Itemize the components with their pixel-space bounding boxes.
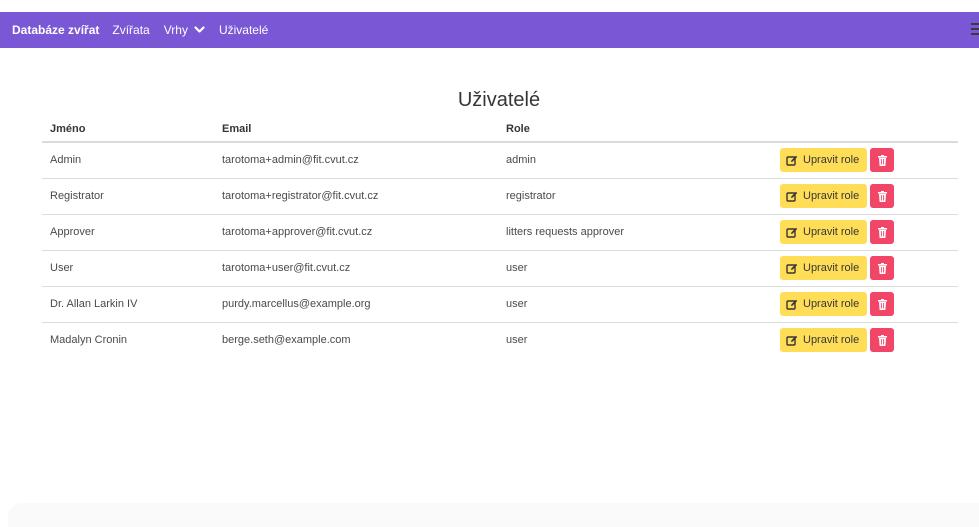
actions-cell: Upravit role xyxy=(780,286,958,323)
navbar: Databáze zvířat Zvířata Vrhy Uživatelé xyxy=(0,12,979,48)
table-row: User tarotoma+user@fit.cvut.cz user Upra… xyxy=(42,250,958,287)
user-name-cell: Approver xyxy=(42,214,214,251)
trash-icon xyxy=(877,262,887,274)
edit-role-button[interactable]: Upravit role xyxy=(780,148,868,173)
actions-cell: Upravit role xyxy=(780,250,958,287)
edit-icon xyxy=(786,263,798,274)
edit-role-button[interactable]: Upravit role xyxy=(780,292,868,316)
user-email-cell: purdy.marcellus@example.org xyxy=(214,286,498,323)
chevron-down-icon xyxy=(194,26,205,33)
edit-role-button[interactable]: Upravit role xyxy=(780,184,868,208)
table-row: Dr. Allan Larkin IV purdy.marcellus@exam… xyxy=(42,286,958,323)
nav-item-vrhy-label: Vrhy xyxy=(163,23,188,37)
edit-role-label: Upravit role xyxy=(803,262,860,274)
user-email-cell: berge.seth@example.com xyxy=(222,334,351,347)
nav-item-uzivatele[interactable]: Uživatelé xyxy=(219,23,268,37)
edit-role-label: Upravit role xyxy=(803,298,860,310)
trash-icon xyxy=(877,154,887,166)
table-header-row: Jméno Email Role xyxy=(42,117,958,143)
user-name-cell: User xyxy=(42,250,214,287)
hamburger-menu-icon[interactable] xyxy=(971,23,979,37)
edit-role-button[interactable]: Upravit role xyxy=(780,220,868,244)
users-table: Jméno Email Role Admin tarotoma+admin@fi… xyxy=(42,117,958,358)
user-role-cell: user xyxy=(498,250,780,287)
edit-icon xyxy=(786,191,798,202)
actions-cell: Upravit role xyxy=(780,142,958,179)
table-row: Madalyn Cronin berge.seth@example.com us… xyxy=(42,322,958,358)
edit-role-label: Upravit role xyxy=(803,334,860,347)
trash-icon xyxy=(877,334,887,346)
trash-icon xyxy=(877,298,887,310)
delete-button[interactable] xyxy=(870,184,895,208)
page-title: Uživatelé xyxy=(457,89,541,111)
user-role-cell: user xyxy=(498,286,780,323)
delete-button[interactable] xyxy=(870,148,895,173)
top-strip xyxy=(0,0,979,12)
column-header-role[interactable]: Role xyxy=(498,117,780,143)
delete-button[interactable] xyxy=(870,328,895,353)
edit-icon xyxy=(786,155,798,166)
edit-role-label: Upravit role xyxy=(803,190,860,202)
user-role-cell: registrator xyxy=(498,178,780,215)
edit-role-label: Upravit role xyxy=(803,154,860,167)
delete-button[interactable] xyxy=(870,256,895,280)
edit-role-label: Upravit role xyxy=(803,226,860,238)
table-row: Approver tarotoma+approver@fit.cvut.cz l… xyxy=(42,214,958,251)
footer xyxy=(8,503,979,527)
delete-button[interactable] xyxy=(870,220,895,244)
column-header-name[interactable]: Jméno xyxy=(42,117,214,143)
user-email-cell: tarotoma+approver@fit.cvut.cz xyxy=(214,214,498,251)
edit-icon xyxy=(786,299,798,310)
edit-role-button[interactable]: Upravit role xyxy=(780,256,868,280)
nav-item-zvirata[interactable]: Zvířata xyxy=(112,23,149,37)
user-role-cell: litters requests approver xyxy=(498,214,780,251)
table-row: Admin tarotoma+admin@fit.cvut.cz admin U… xyxy=(42,142,958,179)
brand-link[interactable]: Databáze zvířat xyxy=(12,23,99,37)
user-name-cell: Admin xyxy=(42,142,214,179)
user-name-cell: Dr. Allan Larkin IV xyxy=(42,286,214,323)
user-name-cell: Madalyn Cronin xyxy=(50,334,128,347)
trash-icon xyxy=(877,226,887,238)
trash-icon xyxy=(877,190,887,202)
actions-cell: Upravit role xyxy=(780,178,958,215)
actions-cell: Upravit role xyxy=(780,322,958,358)
edit-icon xyxy=(786,335,798,346)
edit-icon xyxy=(786,227,798,238)
table-row: Registrator tarotoma+registrator@fit.cvu… xyxy=(42,178,958,215)
nav-item-vrhy[interactable]: Vrhy xyxy=(164,23,205,37)
user-name-cell: Registrator xyxy=(42,178,214,215)
delete-button[interactable] xyxy=(870,292,895,316)
user-email-cell: tarotoma+admin@fit.cvut.cz xyxy=(214,142,498,179)
user-email-cell: tarotoma+registrator@fit.cvut.cz xyxy=(214,178,498,215)
column-header-actions xyxy=(780,117,958,143)
user-role-cell: admin xyxy=(498,142,780,179)
user-email-cell: tarotoma+user@fit.cvut.cz xyxy=(214,250,498,287)
actions-cell: Upravit role xyxy=(780,214,958,251)
column-header-email[interactable]: Email xyxy=(214,117,498,143)
user-role-cell: user xyxy=(506,334,528,347)
edit-role-button[interactable]: Upravit role xyxy=(780,328,868,353)
